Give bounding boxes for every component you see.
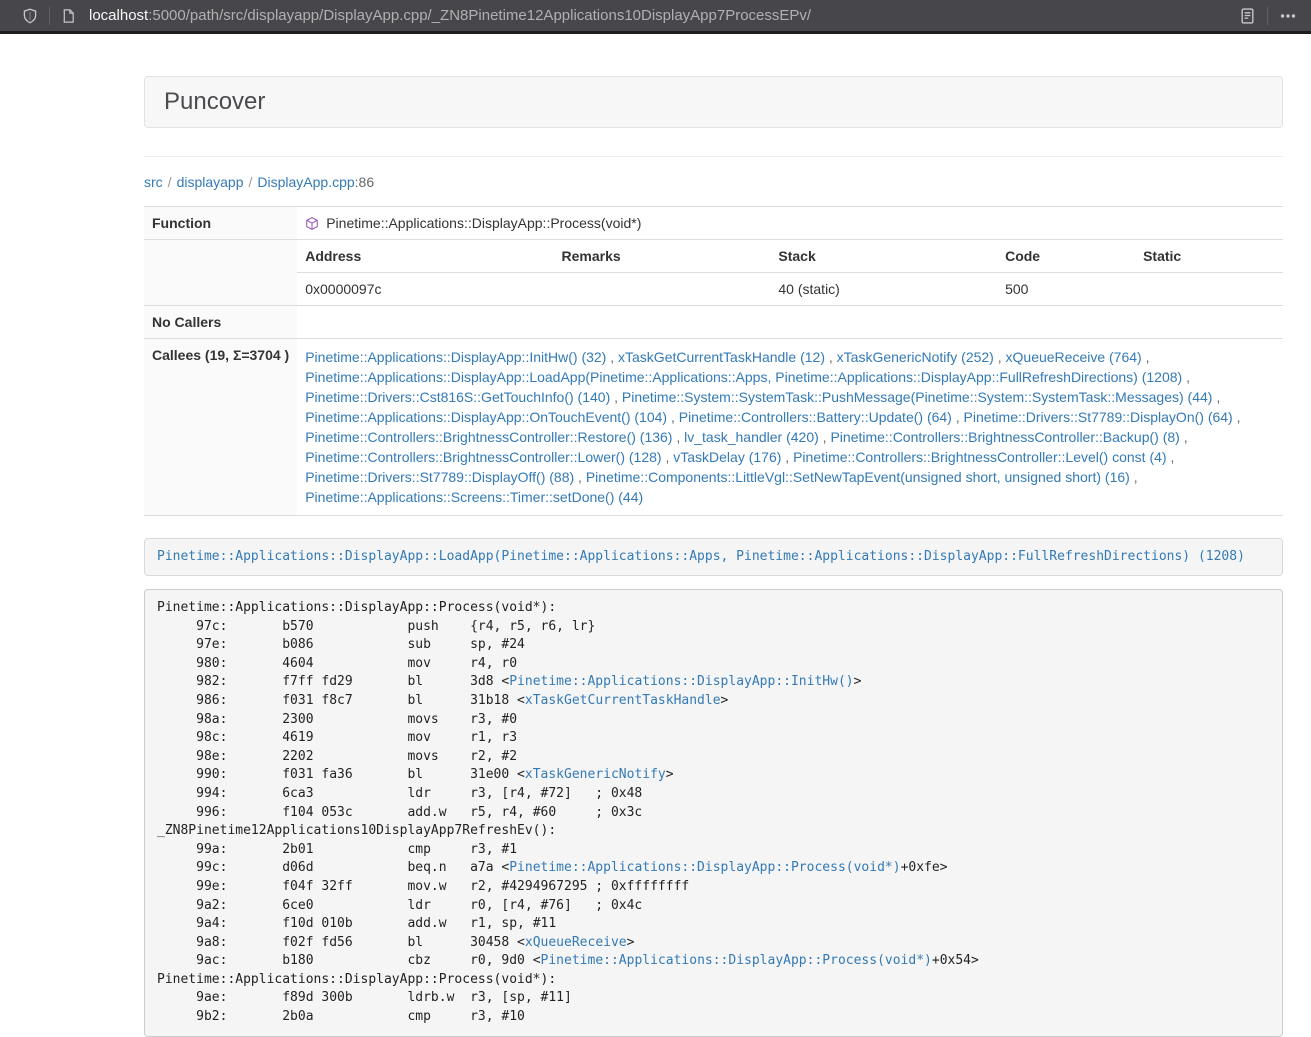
callee-separator: , (672, 429, 684, 445)
callee-link[interactable]: Pinetime::Controllers::Battery::Update()… (679, 409, 952, 425)
callee-link[interactable]: Pinetime::Components::LittleVgl::SetNewT… (586, 469, 1130, 485)
assembly-symbol-link[interactable]: xTaskGetCurrentTaskHandle (525, 693, 721, 708)
assembly-symbol-link[interactable]: xQueueReceive (525, 935, 627, 950)
url-bar-right (1239, 7, 1297, 25)
col-header-stack: Stack (770, 240, 997, 273)
remarks-value (554, 273, 771, 306)
no-callers-row: No Callers (144, 306, 1283, 339)
col-header-address: Address (297, 240, 553, 273)
callee-link[interactable]: Pinetime::Controllers::BrightnessControl… (305, 449, 661, 465)
highlighted-callee-panel: Pinetime::Applications::DisplayApp::Load… (144, 538, 1283, 576)
assembly-listing: Pinetime::Applications::DisplayApp::Proc… (144, 589, 1283, 1037)
callee-separator: , (1182, 369, 1190, 385)
callee-link[interactable]: Pinetime::Applications::Screens::Timer::… (305, 489, 643, 505)
code-value: 500 (997, 273, 1135, 306)
breadcrumb-separator: / (168, 174, 172, 190)
url-host: localhost (89, 7, 148, 24)
callee-link[interactable]: Pinetime::Controllers::BrightnessControl… (305, 429, 672, 445)
callee-separator: , (662, 449, 674, 465)
static-value (1135, 273, 1283, 306)
stats-value-row: 0x0000097c 40 (static) 500 (297, 273, 1283, 306)
address-value: 0x0000097c (297, 273, 553, 306)
col-header-static: Static (1135, 240, 1283, 273)
callee-link[interactable]: Pinetime::Drivers::St7789::DisplayOn() (… (964, 409, 1233, 425)
breadcrumb: src/displayapp/DisplayApp.cpp:86 (144, 172, 1283, 192)
callee-separator: , (610, 389, 622, 405)
callee-separator: , (994, 349, 1006, 365)
function-name: Pinetime::Applications::DisplayApp::Proc… (326, 215, 641, 231)
callee-separator: , (1233, 409, 1241, 425)
callee-separator: , (1130, 469, 1138, 485)
breadcrumb-item-displayapp[interactable]: displayapp (177, 174, 244, 190)
callee-separator: , (1167, 449, 1175, 465)
toolbar-divider (49, 7, 50, 25)
page-info-icon[interactable] (61, 8, 76, 24)
callee-separator: , (574, 469, 586, 485)
stats-header-row: Address Remarks Stack Code Static (297, 240, 1283, 273)
callee-separator: , (952, 409, 964, 425)
assembly-symbol-link[interactable]: xTaskGenericNotify (525, 767, 666, 782)
callee-link[interactable]: Pinetime::Drivers::St7789::DisplayOff() … (305, 469, 574, 485)
callee-separator: , (606, 349, 618, 365)
col-header-remarks: Remarks (554, 240, 771, 273)
stack-value: 40 (static) (770, 273, 997, 306)
callee-separator: , (667, 409, 679, 425)
assembly-symbol-link[interactable]: Pinetime::Applications::DisplayApp::Proc… (509, 860, 900, 875)
divider (144, 156, 1283, 157)
no-callers-label: No Callers (144, 306, 297, 339)
callee-separator: , (825, 349, 837, 365)
function-stats-table: Address Remarks Stack Code Static 0x0000… (297, 240, 1283, 305)
callee-link[interactable]: lv_task_handler (420) (684, 429, 819, 445)
breadcrumb-item-file[interactable]: DisplayApp.cpp (257, 174, 354, 190)
callee-link[interactable]: Pinetime::Controllers::BrightnessControl… (793, 449, 1166, 465)
callee-separator: , (819, 429, 831, 445)
callee-link[interactable]: Pinetime::Applications::DisplayApp::OnTo… (305, 409, 667, 425)
callee-link[interactable]: Pinetime::Applications::DisplayApp::Load… (305, 369, 1182, 385)
callee-separator: , (781, 449, 793, 465)
browser-chrome: localhost:5000/path/src/displayapp/Displ… (0, 0, 1311, 34)
url-input[interactable]: localhost:5000/path/src/displayapp/Displ… (89, 7, 811, 24)
callee-link[interactable]: vTaskDelay (176) (673, 449, 781, 465)
callee-link[interactable]: Pinetime::Controllers::BrightnessControl… (830, 429, 1179, 445)
symbol-table: Function Pinetime::Applications::Display… (144, 206, 1283, 516)
url-bar-left: localhost:5000/path/src/displayapp/Displ… (22, 7, 811, 25)
function-row-label: Function (144, 207, 297, 240)
callee-separator: , (1180, 429, 1188, 445)
callee-link[interactable]: xTaskGenericNotify (252) (837, 349, 994, 365)
callees-list: Pinetime::Applications::DisplayApp::Init… (297, 339, 1283, 516)
breadcrumb-separator: / (249, 174, 253, 190)
tracking-protection-shield-icon[interactable] (22, 8, 38, 24)
callee-link[interactable]: xTaskGetCurrentTaskHandle (12) (618, 349, 825, 365)
highlighted-callee-link[interactable]: Pinetime::Applications::DisplayApp::Load… (157, 549, 1245, 564)
assembly-symbol-link[interactable]: Pinetime::Applications::DisplayApp::Init… (509, 674, 853, 689)
callees-row: Callees (19, Σ=3704 ) Pinetime::Applicat… (144, 339, 1283, 516)
page-actions-menu-icon[interactable] (1279, 8, 1297, 24)
symbol-cube-icon (305, 216, 319, 231)
function-row: Function Pinetime::Applications::Display… (144, 207, 1283, 240)
page-title: Puncover (164, 89, 1263, 115)
page-content: Puncover src/displayapp/DisplayApp.cpp:8… (144, 76, 1283, 1037)
callee-link[interactable]: Pinetime::Drivers::Cst816S::GetTouchInfo… (305, 389, 610, 405)
breadcrumb-item-src[interactable]: src (144, 174, 163, 190)
callee-separator: , (1212, 389, 1220, 405)
col-header-code: Code (997, 240, 1135, 273)
callee-separator: , (1142, 349, 1150, 365)
app-title-panel: Puncover (144, 76, 1283, 128)
callee-link[interactable]: Pinetime::System::SystemTask::PushMessag… (622, 389, 1213, 405)
assembly-symbol-link[interactable]: Pinetime::Applications::DisplayApp::Proc… (541, 953, 932, 968)
reader-mode-icon[interactable] (1239, 7, 1256, 25)
callee-link[interactable]: xQueueReceive (764) (1006, 349, 1142, 365)
callee-link[interactable]: Pinetime::Applications::DisplayApp::Init… (305, 349, 606, 365)
function-stats-row: Address Remarks Stack Code Static 0x0000… (144, 240, 1283, 306)
breadcrumb-line-number: :86 (355, 174, 374, 190)
url-path: :5000/path/src/displayapp/DisplayApp.cpp… (148, 7, 811, 24)
callees-label: Callees (19, Σ=3704 ) (144, 339, 297, 516)
toolbar-divider (1267, 7, 1268, 25)
